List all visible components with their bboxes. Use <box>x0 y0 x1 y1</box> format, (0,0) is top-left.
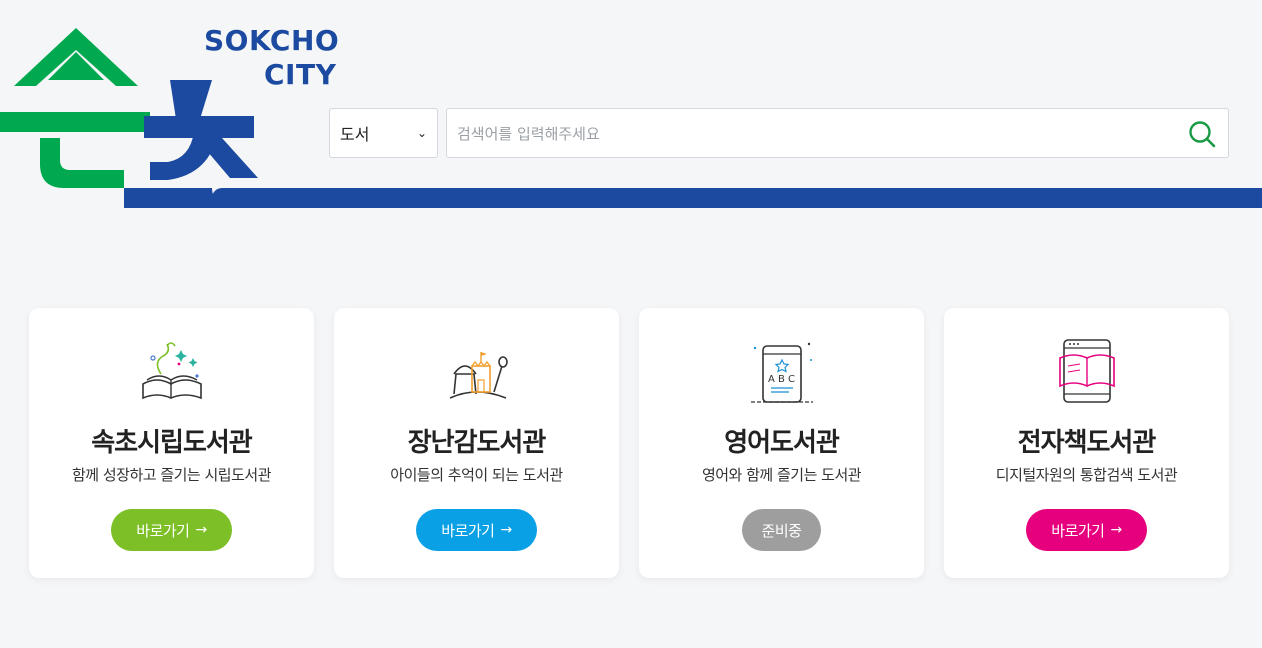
arrow-right-icon: → <box>500 522 512 538</box>
go-button-ebook[interactable]: 바로가기 → <box>1026 509 1147 551</box>
logo-text-sokcho: SOKCHO <box>204 24 340 57</box>
library-title: 속초시립도서관 <box>91 428 252 458</box>
library-card-ebook: 전자책도서관 디지털자원의 통합검색 도서관 바로가기 → <box>944 308 1229 578</box>
library-desc: 영어와 함께 즐기는 도서관 <box>701 466 862 484</box>
abc-tablet-icon: A B C <box>751 342 813 403</box>
library-card-toy: 장난감도서관 아이들의 추억이 되는 도서관 바로가기 → <box>334 308 619 578</box>
chevron-down-icon: ⌄ <box>416 126 427 140</box>
go-button-label: 바로가기 <box>441 521 495 540</box>
library-title: 영어도서관 <box>724 428 840 458</box>
preparing-button-english[interactable]: 준비중 <box>742 509 821 551</box>
search-input[interactable] <box>455 109 1179 159</box>
search-box <box>446 108 1229 159</box>
library-title: 전자책도서관 <box>1017 428 1157 458</box>
library-card-sokcho: 속초시립도서관 함께 성장하고 즐기는 시립도서관 바로가기 → <box>29 308 314 578</box>
search-category-select[interactable]: 도서 ⌄ <box>329 108 438 158</box>
open-book-icon <box>142 342 202 400</box>
logo-text-city: CITY <box>264 58 337 91</box>
library-card-english: A B C 영어도서관 영어와 함께 즐기는 도서관 준비중 <box>639 308 924 578</box>
header-blue-band <box>212 188 1262 208</box>
arrow-right-icon: → <box>1110 522 1122 538</box>
library-desc: 함께 성장하고 즐기는 시립도서관 <box>71 466 272 484</box>
go-button-toy[interactable]: 바로가기 → <box>416 509 537 551</box>
go-button-label: 바로가기 <box>1051 521 1105 540</box>
preparing-button-label: 준비중 <box>761 521 802 540</box>
library-desc: 아이들의 추억이 되는 도서관 <box>390 466 563 484</box>
go-button-label: 바로가기 <box>136 521 190 540</box>
svg-text:A B C: A B C <box>768 374 795 385</box>
sandcastle-icon <box>449 352 508 399</box>
library-desc: 디지털자원의 통합검색 도서관 <box>995 466 1178 484</box>
library-title: 장난감도서관 <box>407 428 547 458</box>
search-icon[interactable] <box>1188 120 1216 148</box>
search-category-value: 도서 <box>340 125 370 144</box>
arrow-right-icon: → <box>195 522 207 538</box>
ebook-tablet-icon <box>1059 339 1115 403</box>
go-button-sokcho[interactable]: 바로가기 → <box>111 509 232 551</box>
